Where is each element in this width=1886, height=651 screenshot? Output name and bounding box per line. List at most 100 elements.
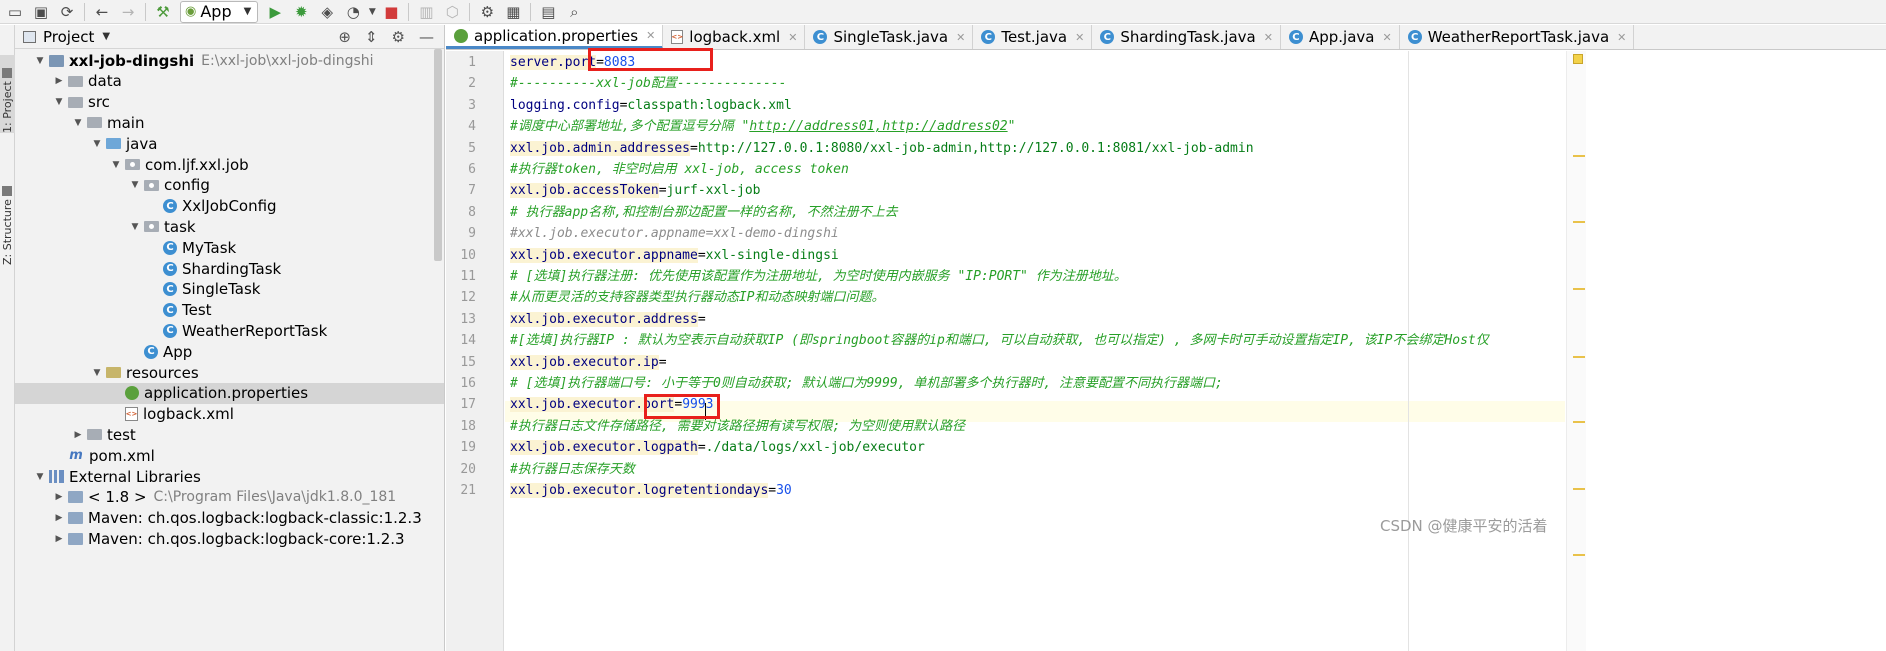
- sync-icon[interactable]: ⟳: [54, 1, 80, 23]
- tree-item[interactable]: ▼ External Libraries: [15, 466, 444, 487]
- tree-item[interactable]: C MyTask: [15, 237, 444, 258]
- code-line[interactable]: # [选填]执行器端口号: 小于等于0则自动获取; 默认端口为9999, 单机部…: [510, 373, 1223, 394]
- stripe-mark[interactable]: [1573, 288, 1585, 290]
- expand-arrow-icon[interactable]: ▼: [33, 472, 47, 482]
- debug-bug-icon[interactable]: ✹: [288, 1, 314, 23]
- settings-wrench-icon[interactable]: ⚙: [474, 1, 500, 23]
- code-line[interactable]: xxl.job.executor.logpath=./data/logs/xxl…: [510, 437, 925, 458]
- expand-arrow-icon[interactable]: ▼: [90, 368, 104, 378]
- close-tab-icon[interactable]: ✕: [646, 29, 655, 42]
- gear-icon[interactable]: ⚙: [392, 28, 405, 46]
- close-tab-icon[interactable]: ✕: [1075, 31, 1084, 44]
- open-folder-icon[interactable]: ▭: [2, 1, 28, 23]
- tree-item[interactable]: ▼ main: [15, 112, 444, 133]
- expand-arrow-icon[interactable]: ▼: [71, 118, 85, 128]
- structure-tool-tab[interactable]: Z: Structure: [0, 165, 15, 265]
- editor-tab[interactable]: C Test.java ✕: [973, 25, 1093, 49]
- code-line[interactable]: #[选填]执行器IP : 默认为空表示自动获取IP (即springboot容器…: [510, 330, 1489, 351]
- tree-item[interactable]: ▼ config: [15, 175, 444, 196]
- profile-icon[interactable]: ◔: [340, 1, 366, 23]
- close-tab-icon[interactable]: ✕: [788, 31, 797, 44]
- project-structure-icon[interactable]: ▦: [500, 1, 526, 23]
- run-icon[interactable]: ▶: [262, 1, 288, 23]
- back-arrow-icon[interactable]: ←: [89, 1, 115, 23]
- forward-arrow-icon[interactable]: →: [115, 1, 141, 23]
- code-editor[interactable]: server.port=8083 #----------xxl-job配置----…: [505, 51, 1565, 651]
- tree-item[interactable]: C Test: [15, 300, 444, 321]
- tree-item[interactable]: ▼ task: [15, 216, 444, 237]
- code-line[interactable]: # [选填]执行器注册: 优先使用该配置作为注册地址, 为空时使用内嵌服务 "I…: [510, 266, 1127, 287]
- stripe-mark[interactable]: [1573, 155, 1585, 157]
- collapse-arrow-icon[interactable]: ▶: [52, 492, 66, 502]
- build-hammer-icon[interactable]: ⚒: [150, 1, 176, 23]
- tree-item[interactable]: ▶ test: [15, 424, 444, 445]
- chevron-down-icon[interactable]: ▼: [102, 31, 110, 42]
- project-view-select[interactable]: Project: [43, 28, 94, 46]
- warning-indicator-icon[interactable]: [1573, 54, 1583, 64]
- code-line[interactable]: #xxl.job.executor.appname=xxl-demo-dings…: [510, 223, 839, 244]
- stripe-mark[interactable]: [1573, 554, 1585, 556]
- tree-item[interactable]: ▼ java: [15, 133, 444, 154]
- tree-item[interactable]: ▼ resources: [15, 362, 444, 383]
- tree-item[interactable]: C App: [15, 341, 444, 362]
- expand-arrow-icon[interactable]: ▼: [128, 222, 142, 232]
- code-line[interactable]: #调度中心部署地址,多个配置逗号分隔 "http://address01,htt…: [510, 116, 1015, 137]
- terminal-icon[interactable]: ▤: [535, 1, 561, 23]
- expand-arrow-icon[interactable]: ▼: [90, 139, 104, 149]
- stripe-mark[interactable]: [1573, 221, 1585, 223]
- code-line[interactable]: xxl.job.executor.logretentiondays=30: [510, 480, 792, 501]
- tree-item[interactable]: ▶ Maven: ch.qos.logback:logback-classic:1…: [15, 508, 444, 529]
- collapse-arrow-icon[interactable]: ▶: [71, 430, 85, 440]
- expand-arrow-icon[interactable]: ▼: [109, 160, 123, 170]
- tree-item[interactable]: ▶ Maven: ch.qos.logback:logback-core:1.2.…: [15, 528, 444, 549]
- tree-item[interactable]: ▼ xxl-job-dingshi E:\xxl-job\xxl-job-dings…: [15, 50, 444, 71]
- project-tool-tab[interactable]: 1: Project: [0, 55, 15, 133]
- collapse-arrow-icon[interactable]: ▶: [52, 534, 66, 544]
- editor-tab[interactable]: application.properties ✕: [446, 25, 664, 49]
- search-icon[interactable]: ⌕: [561, 1, 587, 23]
- code-line[interactable]: xxl.job.admin.addresses=http://127.0.0.1…: [510, 138, 1254, 159]
- stripe-mark[interactable]: [1573, 421, 1585, 423]
- code-line[interactable]: xxl.job.executor.address=: [510, 309, 706, 330]
- code-line[interactable]: #执行器token, 非空时启用 xxl-job, access token: [510, 159, 849, 180]
- tree-item[interactable]: C SingleTask: [15, 279, 444, 300]
- attach-debugger-icon[interactable]: ▥: [413, 1, 439, 23]
- expand-arrow-icon[interactable]: ▼: [128, 180, 142, 190]
- run-configuration-select[interactable]: ◉ App ▼: [180, 0, 259, 23]
- code-line[interactable]: # 执行器app名称,和控制台那边配置一样的名称, 不然注册不上去: [510, 202, 898, 223]
- coverage-icon[interactable]: ◈: [314, 1, 340, 23]
- code-line[interactable]: #----------xxl-job配置--------------: [510, 73, 786, 94]
- tree-item[interactable]: ▶ < 1.8 > C:\Program Files\Java\jdk1.8.0_1…: [15, 487, 444, 508]
- stripe-mark[interactable]: [1573, 356, 1585, 358]
- editor-tab[interactable]: C WeatherReportTask.java ✕: [1400, 25, 1635, 49]
- code-line[interactable]: #执行器日志保存天数: [510, 459, 635, 480]
- code-line[interactable]: #从而更灵活的支持容器类型执行器动态IP和动态映射端口问题。: [510, 287, 884, 308]
- close-tab-icon[interactable]: ✕: [1264, 31, 1273, 44]
- update-icon[interactable]: ⬡: [439, 1, 465, 23]
- code-line[interactable]: xxl.job.accessToken=jurf-xxl-job: [510, 180, 760, 201]
- close-tab-icon[interactable]: ✕: [1617, 31, 1626, 44]
- tree-item[interactable]: ▶ data: [15, 71, 444, 92]
- editor-tab[interactable]: C App.java ✕: [1281, 25, 1400, 49]
- close-tab-icon[interactable]: ✕: [1382, 31, 1391, 44]
- hide-panel-icon[interactable]: —: [419, 28, 434, 46]
- tree-item[interactable]: application.properties: [15, 382, 444, 404]
- locate-file-icon[interactable]: ⊕: [338, 28, 351, 46]
- code-line[interactable]: xxl.job.executor.ip=: [510, 352, 667, 373]
- tree-item[interactable]: ▼ com.ljf.xxl.job: [15, 154, 444, 175]
- collapse-arrow-icon[interactable]: ▶: [52, 76, 66, 86]
- expand-arrow-icon[interactable]: ▼: [52, 97, 66, 107]
- close-tab-icon[interactable]: ✕: [956, 31, 965, 44]
- collapse-all-icon[interactable]: ⇕: [365, 28, 378, 46]
- editor-tab[interactable]: <> logback.xml ✕: [663, 25, 806, 49]
- code-line[interactable]: logging.config=classpath:logback.xml: [510, 95, 792, 116]
- code-line[interactable]: #执行器日志文件存储路径, 需要对该路径拥有读写权限; 为空则使用默认路径: [510, 416, 965, 437]
- stripe-mark[interactable]: [1573, 488, 1585, 490]
- error-stripe[interactable]: [1566, 51, 1586, 651]
- tree-item[interactable]: C ShardingTask: [15, 258, 444, 279]
- chevron-down-icon[interactable]: ▼: [366, 1, 378, 23]
- collapse-arrow-icon[interactable]: ▶: [52, 513, 66, 523]
- editor-tab[interactable]: C SingleTask.java ✕: [805, 25, 974, 49]
- tree-item[interactable]: C WeatherReportTask: [15, 320, 444, 341]
- stop-icon[interactable]: ■: [378, 1, 404, 23]
